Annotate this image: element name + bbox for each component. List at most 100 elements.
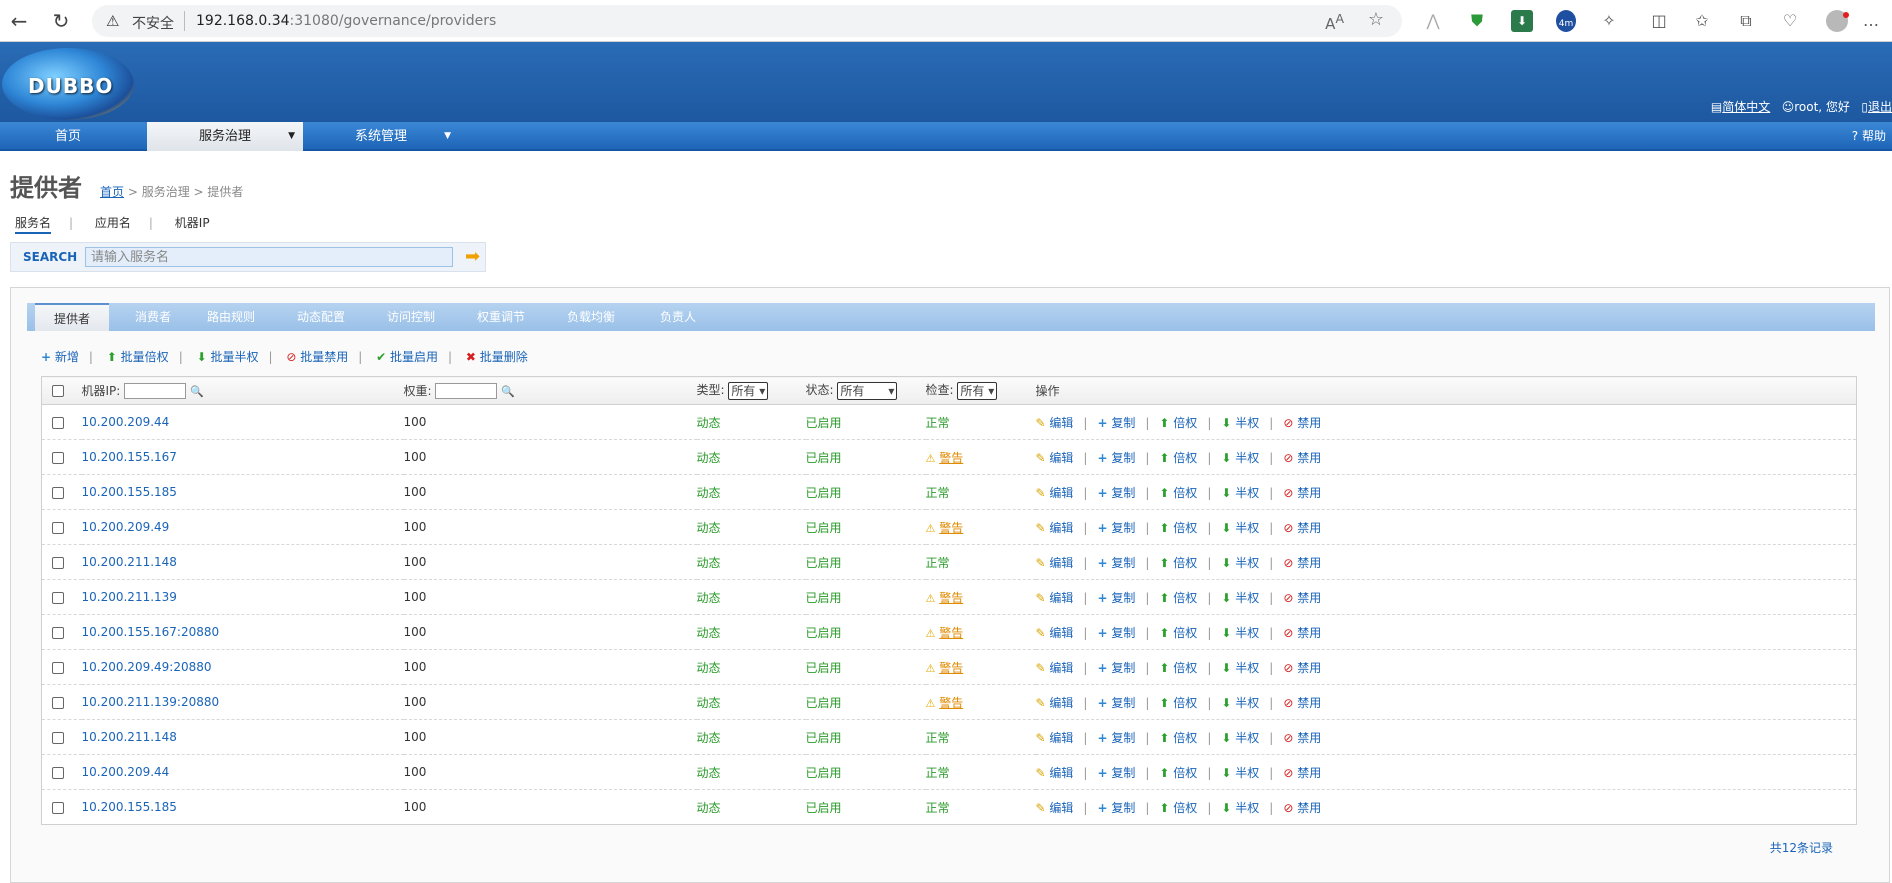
favorite-star-icon[interactable]: ☆ xyxy=(1368,9,1384,30)
type-filter-select[interactable]: 所有 ▾ xyxy=(728,381,769,400)
tab-weight[interactable]: 权重调节 xyxy=(465,303,537,331)
language-link[interactable]: 简体中文 xyxy=(1722,100,1770,114)
search-input[interactable] xyxy=(85,247,453,267)
ip-link[interactable]: 10.200.211.148 xyxy=(82,730,177,744)
logout-link[interactable]: 退出 xyxy=(1868,100,1892,114)
help-link[interactable]: ? 帮助 xyxy=(1852,122,1886,151)
disable-button[interactable]: ⊘ 禁用 xyxy=(1283,661,1321,675)
dubbo-logo[interactable]: DUBBO xyxy=(2,48,134,120)
check-value[interactable]: 警告 xyxy=(939,626,963,640)
row-checkbox[interactable] xyxy=(52,731,64,744)
row-checkbox[interactable] xyxy=(52,451,64,464)
check-value[interactable]: 警告 xyxy=(939,591,963,605)
copy-button[interactable]: + 复制 xyxy=(1097,801,1135,815)
search-icon[interactable]: 🔍 xyxy=(501,385,515,398)
double-weight-button[interactable]: ⬆ 倍权 xyxy=(1159,416,1197,430)
row-checkbox[interactable] xyxy=(52,696,64,709)
half-weight-button[interactable]: ⬇ 半权 xyxy=(1221,801,1259,815)
batch-enable-button[interactable]: ✔ 批量启用 xyxy=(376,350,438,364)
copy-button[interactable]: + 复制 xyxy=(1097,486,1135,500)
menu-item-service-governance[interactable]: 服务治理 ▼ xyxy=(147,122,303,151)
breadcrumb-home[interactable]: 首页 xyxy=(100,185,124,199)
edit-button[interactable]: ✎ 编辑 xyxy=(1036,521,1074,535)
search-icon[interactable]: 🔍 xyxy=(190,385,204,398)
double-weight-button[interactable]: ⬆ 倍权 xyxy=(1159,451,1197,465)
more-menu-icon[interactable]: … xyxy=(1860,10,1882,32)
disable-button[interactable]: ⊘ 禁用 xyxy=(1283,521,1321,535)
double-weight-button[interactable]: ⬆ 倍权 xyxy=(1159,696,1197,710)
half-weight-button[interactable]: ⬇ 半权 xyxy=(1221,451,1259,465)
edit-button[interactable]: ✎ 编辑 xyxy=(1036,801,1074,815)
tab-owner[interactable]: 负责人 xyxy=(647,303,709,331)
download-icon[interactable]: ⬇ xyxy=(1511,10,1533,32)
double-weight-button[interactable]: ⬆ 倍权 xyxy=(1159,801,1197,815)
ip-link[interactable]: 10.200.155.185 xyxy=(82,485,177,499)
batch-half-button[interactable]: ⬇ 批量半权 xyxy=(197,350,259,364)
copy-button[interactable]: + 复制 xyxy=(1097,766,1135,780)
ip-link[interactable]: 10.200.211.139:20880 xyxy=(82,695,220,709)
double-weight-button[interactable]: ⬆ 倍权 xyxy=(1159,521,1197,535)
search-tab-app[interactable]: 应用名 xyxy=(95,216,131,230)
double-weight-button[interactable]: ⬆ 倍权 xyxy=(1159,766,1197,780)
half-weight-button[interactable]: ⬇ 半权 xyxy=(1221,521,1259,535)
batch-double-button[interactable]: ⬆ 批量倍权 xyxy=(107,350,169,364)
ip-link[interactable]: 10.200.155.167:20880 xyxy=(82,625,220,639)
batch-delete-button[interactable]: ✖ 批量删除 xyxy=(466,350,528,364)
disable-button[interactable]: ⊘ 禁用 xyxy=(1283,696,1321,710)
edit-button[interactable]: ✎ 编辑 xyxy=(1036,661,1074,675)
ip-link[interactable]: 10.200.209.44 xyxy=(82,415,170,429)
ip-link[interactable]: 10.200.155.185 xyxy=(82,800,177,814)
double-weight-button[interactable]: ⬆ 倍权 xyxy=(1159,661,1197,675)
disable-button[interactable]: ⊘ 禁用 xyxy=(1283,416,1321,430)
disable-button[interactable]: ⊘ 禁用 xyxy=(1283,486,1321,500)
shield-icon[interactable]: ⛊ xyxy=(1466,10,1488,32)
disable-button[interactable]: ⊘ 禁用 xyxy=(1283,626,1321,640)
half-weight-button[interactable]: ⬇ 半权 xyxy=(1221,486,1259,500)
half-weight-button[interactable]: ⬇ 半权 xyxy=(1221,661,1259,675)
collections-icon[interactable]: ⧉ xyxy=(1735,10,1757,32)
weight-filter-input[interactable] xyxy=(435,383,498,400)
row-checkbox[interactable] xyxy=(52,521,64,534)
read-aloud-icon[interactable]: AA xyxy=(1325,11,1344,33)
row-checkbox[interactable] xyxy=(52,591,64,604)
batch-disable-button[interactable]: ⊘ 批量禁用 xyxy=(286,350,348,364)
ip-link[interactable]: 10.200.155.167 xyxy=(82,450,177,464)
ip-link[interactable]: 10.200.211.148 xyxy=(82,555,177,569)
address-bar[interactable]: ⚠ 不安全 192.168.0.34:31080/governance/prov… xyxy=(92,5,1402,37)
add-button[interactable]: + 新增 xyxy=(41,350,79,364)
extension-badge[interactable]: 4m xyxy=(1556,10,1576,32)
copy-button[interactable]: + 复制 xyxy=(1097,731,1135,745)
edit-button[interactable]: ✎ 编辑 xyxy=(1036,416,1074,430)
extension-icon[interactable]: ⋀ xyxy=(1422,10,1444,32)
heart-pulse-icon[interactable]: ♡ xyxy=(1779,10,1801,32)
puzzle-icon[interactable]: ✧ xyxy=(1598,10,1620,32)
back-icon[interactable]: ← xyxy=(8,10,30,32)
check-value[interactable]: 警告 xyxy=(939,451,963,465)
copy-button[interactable]: + 复制 xyxy=(1097,696,1135,710)
edit-button[interactable]: ✎ 编辑 xyxy=(1036,731,1074,745)
check-value[interactable]: 警告 xyxy=(939,661,963,675)
search-tab-ip[interactable]: 机器IP xyxy=(175,216,210,230)
check-value[interactable]: 警告 xyxy=(939,521,963,535)
edit-button[interactable]: ✎ 编辑 xyxy=(1036,591,1074,605)
ip-filter-input[interactable] xyxy=(124,383,187,400)
disable-button[interactable]: ⊘ 禁用 xyxy=(1283,451,1321,465)
menu-item-system-admin[interactable]: 系统管理 ▼ xyxy=(303,122,459,151)
row-checkbox[interactable] xyxy=(52,661,64,674)
row-checkbox[interactable] xyxy=(52,486,64,499)
disable-button[interactable]: ⊘ 禁用 xyxy=(1283,766,1321,780)
half-weight-button[interactable]: ⬇ 半权 xyxy=(1221,696,1259,710)
copy-button[interactable]: + 复制 xyxy=(1097,626,1135,640)
double-weight-button[interactable]: ⬆ 倍权 xyxy=(1159,731,1197,745)
status-filter-select[interactable]: 所有 ▾ xyxy=(837,381,898,400)
row-checkbox[interactable] xyxy=(52,626,64,639)
ip-link[interactable]: 10.200.209.49:20880 xyxy=(82,660,212,674)
copy-button[interactable]: + 复制 xyxy=(1097,416,1135,430)
tab-access-control[interactable]: 访问控制 xyxy=(375,303,447,331)
search-arrow-icon[interactable]: ➡ xyxy=(465,247,485,267)
search-tab-service[interactable]: 服务名 xyxy=(15,216,52,234)
reload-icon[interactable]: ↻ xyxy=(50,10,72,32)
tab-load-balance[interactable]: 负载均衡 xyxy=(555,303,627,331)
copy-button[interactable]: + 复制 xyxy=(1097,661,1135,675)
row-checkbox[interactable] xyxy=(52,416,64,429)
